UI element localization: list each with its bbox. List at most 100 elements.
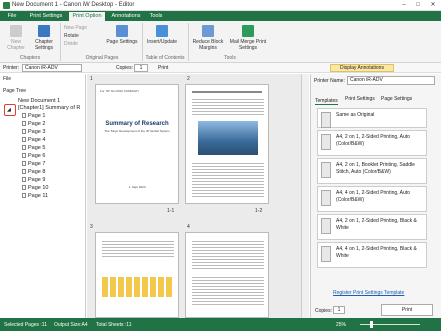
tab-tools[interactable]: Tools [147,12,165,21]
tree-page-9[interactable]: Page 9 [22,177,45,183]
template-item[interactable]: Same as Original [317,108,427,128]
tree-page-1[interactable]: Page 1 [22,113,45,119]
reduce-block-icon [202,25,214,37]
tree-page-label: Page 1 [28,113,46,119]
template-item[interactable]: A4, 4 on 1, 2-Sided Printing, Black & Wh… [317,242,427,268]
template-thumbnail [321,112,331,128]
page-icon [22,137,26,143]
text-block [192,161,264,197]
page-icon [22,145,26,151]
page-thumbnail-1[interactable]: For 'IW' Rel 0020 SUMMARY Summary of Res… [95,84,179,204]
ribbon-tabs: File Print Settings Print Option Annotat… [0,11,441,21]
text-block [192,97,264,117]
tree-page-4[interactable]: Page 4 [22,137,45,143]
new-chapter-icon [10,25,22,37]
ribbon-separator [188,23,189,61]
collapse-icon[interactable]: ◢ [7,107,11,113]
tab-print-option[interactable]: Print Option [69,12,105,21]
zoom-slider[interactable] [360,324,420,325]
page-icon [22,185,26,191]
template-item[interactable]: A4, 2 on 1, Booklet Printing, Saddle Sti… [317,158,427,184]
display-annotations-button[interactable]: Display Annotations [330,64,394,72]
tab-print-settings[interactable]: Print Settings [27,12,65,21]
page-settings-button[interactable]: Page Settings [106,39,138,45]
page-tree-pane: File Page Tree New Document 1 ◢ [Chapter… [0,74,86,318]
text-line [192,91,262,93]
chapter-settings-button[interactable]: Chapter Settings [30,39,58,51]
tree-page-3[interactable]: Page 3 [22,129,45,135]
printer-name-select[interactable]: Canon iR-ADV [347,76,435,85]
reduce-block-margins-button[interactable]: Reduce Block Margins [190,39,226,51]
tree-page-8[interactable]: Page 8 [22,169,45,175]
print-button[interactable]: Print [381,304,433,316]
group-toc: Table of Contents [145,55,185,61]
template-label: A4, 4 on 1, 2-Sided Printing, Auto (Colo… [336,190,410,203]
tree-page-label: Page 11 [28,193,49,199]
tree-page-6[interactable]: Page 6 [22,153,45,159]
tab-annotations[interactable]: Annotations [109,12,143,21]
status-bar: Selected Pages :11 Output Size:A4 Total … [0,318,441,331]
maximize-button[interactable]: □ [411,0,425,10]
group-chapters: Chapters [19,55,41,61]
page-thumbnail-4[interactable] [185,232,269,318]
minimize-button[interactable]: – [397,0,411,10]
tree-page-2[interactable]: Page 2 [22,121,45,127]
window-title: New Document 1 - Canon iW Desktop - Edit… [12,2,135,8]
insert-update-button[interactable]: Insert/Update [144,39,180,45]
tree-page-11[interactable]: Page 11 [22,193,48,199]
doc-date: 1. Sept 2023 [128,185,146,189]
template-item[interactable]: A4, 2 on 1, 2-Sided Printing, Auto (Colo… [317,130,427,156]
template-label: Same as Original [336,112,375,118]
printer-name-label: Printer Name: [314,78,345,84]
tree-document[interactable]: New Document 1 [18,98,60,104]
chapter-settings-icon [38,25,50,37]
tab-file[interactable]: File [3,12,21,21]
text-block [192,239,264,269]
photo-image [198,121,258,155]
template-item[interactable]: A4, 4 on 1, 2-Sided Printing, Auto (Colo… [317,186,427,212]
print-toolbar-button[interactable]: Print [158,65,168,71]
tree-chapter[interactable]: [Chapter1] Summary of R [18,105,80,111]
register-template-link[interactable]: Register Print Settings Template [333,290,404,296]
new-chapter-button[interactable]: New Chapter [2,39,30,51]
tab-page-settings[interactable]: Page Settings [381,96,412,102]
template-item[interactable]: A4, 2 on 1, 2-Sided Printing, Black & Wh… [317,214,427,240]
page-preview-area[interactable]: 1 2 For 'IW' Rel 0020 SUMMARY Summary of… [87,74,309,318]
copies-label-right: Copies: [315,308,332,314]
tab-templates[interactable]: Templates [315,98,338,105]
template-label: A4, 2 on 1, Booklet Printing, Saddle Sti… [336,162,415,175]
copies-input[interactable]: 1 [134,64,148,72]
template-thumbnail [321,162,331,178]
page-icon [22,193,26,199]
tab-print-settings-pane[interactable]: Print Settings [345,96,375,102]
divide-button[interactable]: Divide [64,41,104,47]
tree-page-label: Page 4 [28,137,46,143]
tree-page-7[interactable]: Page 7 [22,161,45,167]
file-label: File [3,76,12,82]
ribbon: New Chapter Chapter Settings Chapters Ne… [0,21,441,63]
tree-page-5[interactable]: Page 5 [22,145,45,151]
copies-input-right[interactable]: 1 [333,306,345,314]
template-thumbnail [321,246,331,262]
tree-page-label: Page 7 [28,161,46,167]
text-block [192,275,264,305]
tree-page-label: Page 5 [28,145,46,151]
tree-page-10[interactable]: Page 10 [22,185,49,191]
zoom-level: 25% [336,322,347,328]
mail-merge-button[interactable]: Mail Merge Print Settings [228,39,268,51]
insert-update-icon [156,25,168,37]
new-page-button[interactable]: New Page [64,25,104,31]
rotate-button[interactable]: Rotate [64,33,104,39]
zoom-slider-handle[interactable] [370,321,373,328]
close-button[interactable]: ✕ [426,0,440,10]
status-output-size: Output Size:A4 [54,322,88,328]
spread-label: 1-1 [167,208,175,214]
page-thumbnail-3[interactable] [95,232,179,318]
page-icon [22,129,26,135]
tree-page-label: Page 3 [28,129,46,135]
page-thumbnail-2[interactable] [185,84,269,204]
template-thumbnail [321,134,331,150]
printer-select[interactable]: Canon iR-ADV [22,64,82,72]
vertical-scrollbar[interactable] [301,74,309,318]
page-icon [22,169,26,175]
